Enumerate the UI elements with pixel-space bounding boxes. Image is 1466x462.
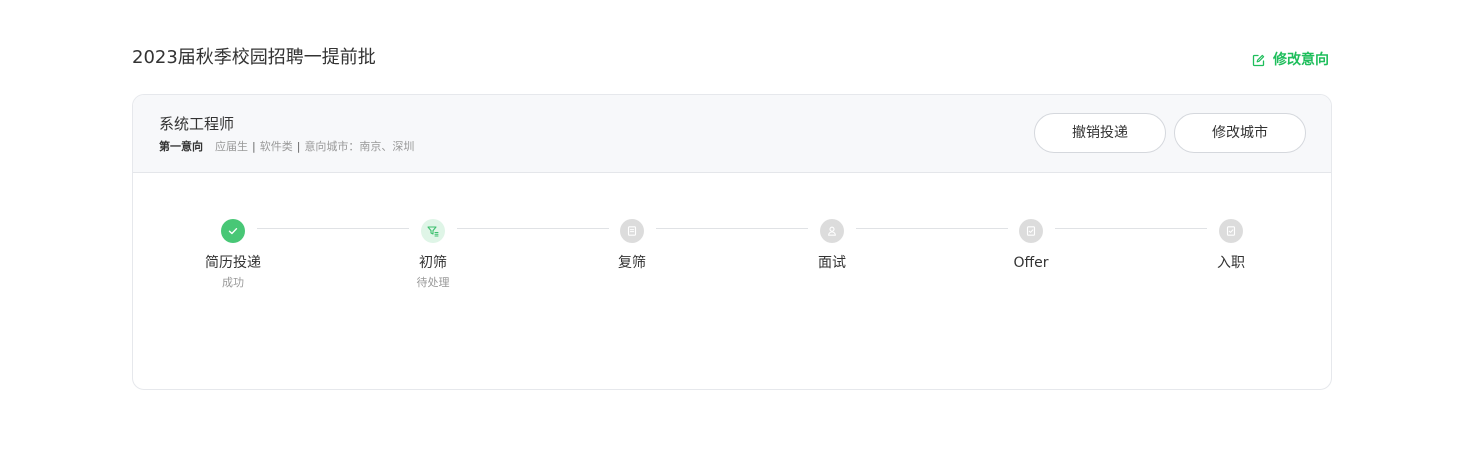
filter-icon: [421, 219, 445, 243]
step-initial-screening: 初筛 待处理: [373, 219, 493, 291]
document-icon: [620, 219, 644, 243]
meta-separator: |: [252, 140, 256, 153]
step-second-screening: 复筛: [572, 219, 692, 273]
step-label: 复筛: [618, 255, 646, 271]
intended-cities: 意向城市：南京、深圳: [304, 140, 415, 153]
step-label: 面试: [818, 255, 846, 271]
application-card-header: 系统工程师 第一意向 应届生 | 软件类 | 意向城市：南京、深圳 撤销投递 修…: [133, 95, 1331, 173]
step-label: 简历投递: [205, 255, 261, 271]
person-icon: [820, 219, 844, 243]
job-title: 系统工程师: [159, 115, 235, 133]
job-meta: 第一意向 应届生 | 软件类 | 意向城市：南京、深圳: [159, 139, 414, 155]
onboard-icon: [1219, 219, 1243, 243]
step-status: 成功: [222, 276, 244, 289]
candidate-type: 应届生: [215, 140, 248, 153]
step-status: 待处理: [416, 276, 450, 289]
step-resume-submission: 简历投递 成功: [173, 219, 293, 291]
change-city-button[interactable]: 修改城市: [1174, 113, 1306, 153]
step-label: Offer: [1013, 255, 1049, 271]
modify-intent-link[interactable]: 修改意向: [1252, 50, 1329, 70]
step-label: 入职: [1217, 255, 1245, 271]
recruitment-title: 2023届秋季校园招聘一提前批: [132, 47, 376, 68]
step-interview: 面试: [772, 219, 892, 273]
step-label: 初筛: [419, 255, 447, 271]
job-category: 软件类: [259, 140, 293, 153]
step-offer: Offer: [971, 219, 1091, 273]
meta-separator: |: [296, 140, 301, 153]
modify-intent-label: 修改意向: [1273, 52, 1329, 68]
withdraw-application-button[interactable]: 撤销投递: [1034, 113, 1166, 153]
application-card: 系统工程师 第一意向 应届生 | 软件类 | 意向城市：南京、深圳 撤销投递 修…: [132, 94, 1332, 390]
progress-steps: 简历投递 成功 初筛 待处理 复筛 面试 Offer 入职: [133, 173, 1331, 389]
offer-icon: [1019, 219, 1043, 243]
application-page: 2023届秋季校园招聘一提前批 修改意向 系统工程师 第一意向 应届生 | 软件…: [0, 0, 1466, 462]
step-onboarding: 入职: [1171, 219, 1291, 273]
check-icon: [221, 219, 245, 243]
priority-label: 第一意向: [159, 140, 203, 153]
edit-icon: [1252, 54, 1265, 67]
